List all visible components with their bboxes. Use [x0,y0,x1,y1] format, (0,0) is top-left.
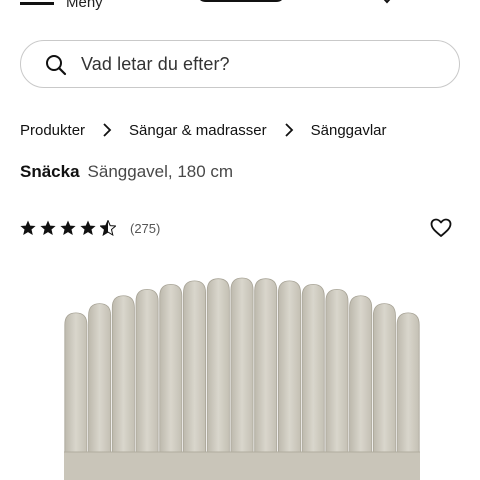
headboard-panel [135,288,159,461]
star-half-icon [100,220,116,236]
breadcrumb: Produkter Sängar & madrasser Sänggavlar [20,119,387,141]
product-image[interactable] [0,260,480,480]
headboard-panel [301,283,325,461]
search-input[interactable]: Vad letar du efter? [81,54,230,75]
headboard-panel [159,283,183,461]
chevron-right-icon [284,123,293,137]
hamburger-menu-icon[interactable] [20,0,56,6]
star-full-icon [80,220,96,235]
star-full-icon [40,220,56,235]
headboard-panel [88,303,112,461]
breadcrumb-item-sanggavlar[interactable]: Sänggavlar [311,122,387,139]
headboard-panel [396,312,420,461]
headboard-panel [206,278,230,461]
headboard-panel [254,278,278,461]
headboard-panel [278,280,301,461]
headboard-panel [349,295,373,461]
breadcrumb-item-produkter[interactable]: Produkter [20,122,85,139]
headboard-panel [230,277,254,461]
cart-icon[interactable] [434,0,460,10]
headboard-panel [325,288,349,461]
headboard-panel [64,312,88,461]
search-icon [46,55,67,76]
menu-label[interactable]: Meny [66,0,103,11]
product-name: Snäcka [20,162,80,181]
product-title: Snäcka Sänggavel, 180 cm [20,162,233,186]
favorite-heart-icon[interactable] [430,218,452,238]
star-full-icon [60,220,76,235]
star-full-icon [20,220,36,235]
top-bar: Meny [0,0,480,30]
search-bar[interactable]: Vad letar du efter? [20,40,460,88]
product-description: Sänggavel, 180 cm [87,162,234,181]
favorites-heart-icon[interactable] [374,0,400,10]
product-rating[interactable]: (275) [20,218,160,238]
headboard-panel [111,295,135,461]
mio-logo[interactable] [196,0,286,14]
headboard-panel [183,280,206,461]
review-count[interactable]: (275) [130,221,160,236]
breadcrumb-item-sangar-madrasser[interactable]: Sängar & madrasser [129,122,267,139]
headboard-panel [372,303,396,461]
chevron-right-icon [103,123,112,137]
